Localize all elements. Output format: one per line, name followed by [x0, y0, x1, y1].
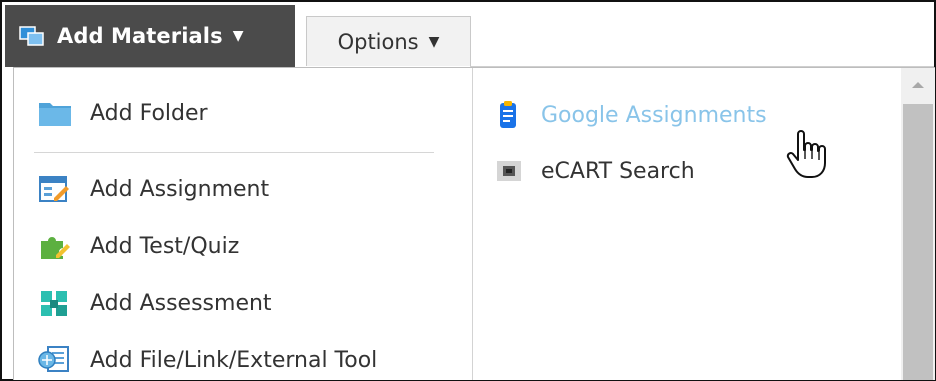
assignment-icon: [38, 174, 72, 204]
dropdown-left-column: Add Folder Add Assignment Add Test/Quiz …: [14, 68, 473, 380]
app-frame: Add Materials ▼ Options ▼ Add Folder Add…: [0, 0, 936, 381]
options-label: Options: [337, 29, 419, 54]
menu-item-label: eCART Search: [541, 158, 695, 184]
scrollbar[interactable]: [901, 68, 935, 380]
menu-item-label: Add Assessment: [90, 290, 272, 316]
hand-cursor-icon: [786, 130, 826, 182]
scrollbar-thumb[interactable]: [903, 104, 933, 380]
menu-item-label: Add Folder: [90, 100, 208, 126]
file-link-icon: [38, 345, 72, 375]
chevron-down-icon: ▼: [232, 28, 244, 44]
add-materials-label: Add Materials: [57, 24, 223, 48]
chevron-down-icon: ▼: [428, 33, 440, 50]
toolbar: Add Materials ▼ Options ▼: [2, 2, 934, 68]
add-materials-icon: [19, 25, 45, 47]
menu-item-label: Google Assignments: [541, 102, 767, 128]
dropdown-right-column: Google Assignments eCART Search: [473, 68, 903, 380]
menu-item-add-folder[interactable]: Add Folder: [38, 98, 208, 128]
options-button[interactable]: Options ▼: [306, 16, 471, 66]
menu-item-ecart-search[interactable]: eCART Search: [495, 156, 695, 186]
menu-item-label: Add Test/Quiz: [90, 233, 240, 259]
test-quiz-icon: [38, 231, 72, 261]
add-materials-dropdown: Add Folder Add Assignment Add Test/Quiz …: [13, 67, 935, 380]
menu-item-label: Add File/Link/External Tool: [90, 347, 378, 373]
clipboard-icon: [495, 100, 523, 130]
scroll-up-icon[interactable]: [901, 68, 935, 102]
menu-item-label: Add Assignment: [90, 176, 270, 202]
folder-icon: [38, 98, 72, 128]
menu-item-google-assignments[interactable]: Google Assignments: [495, 100, 767, 130]
menu-item-add-file-link-tool[interactable]: Add File/Link/External Tool: [38, 345, 377, 375]
menu-item-add-assessment[interactable]: Add Assessment: [38, 288, 272, 318]
assessment-icon: [38, 288, 72, 318]
menu-divider: [34, 152, 434, 153]
menu-item-add-assignment[interactable]: Add Assignment: [38, 174, 269, 204]
menu-item-add-test-quiz[interactable]: Add Test/Quiz: [38, 231, 239, 261]
ecart-icon: [495, 156, 523, 186]
add-materials-button[interactable]: Add Materials ▼: [5, 5, 295, 67]
